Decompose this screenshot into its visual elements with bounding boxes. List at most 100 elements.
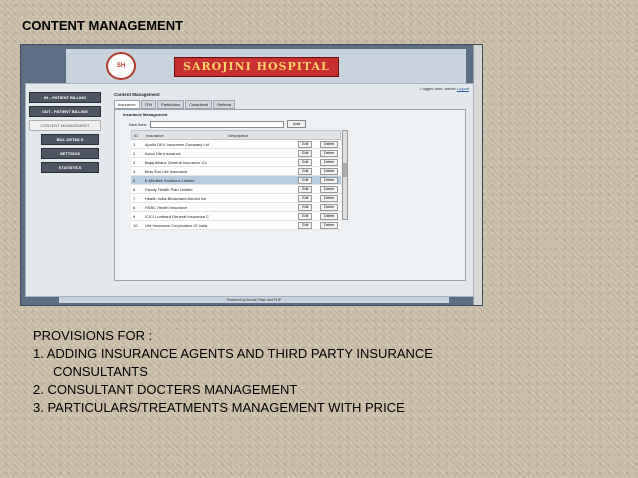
hospital-banner: SH SAROJINI HOSPITAL xyxy=(66,49,466,83)
delete-button-label: Delete xyxy=(320,176,339,184)
new-item-label: New Item: xyxy=(129,121,148,127)
table-row[interactable]: 6 Family Health Plan Limited Edit Delete xyxy=(131,185,341,194)
cell-insurance: Aviva Life Insurance xyxy=(144,150,181,156)
app-screenshot: SH SAROJINI HOSPITAL Logged user: admin … xyxy=(20,44,483,306)
delete-button[interactable]: Delete xyxy=(317,203,341,211)
edit-button-label: Edit xyxy=(298,203,313,211)
panel-title: Insurance Management xyxy=(123,112,168,117)
table-row[interactable]: 4 Birla Sun Life Insurance Edit Delete xyxy=(131,167,341,176)
sidebar: IN – PATIENT BILLING OUT - PATIENT BILLI… xyxy=(29,92,101,176)
app-body: Logged user: admin Logout IN – PATIENT B… xyxy=(25,83,474,297)
tab-particulars[interactable]: Particulars xyxy=(157,100,184,109)
delete-button[interactable]: Delete xyxy=(317,140,341,148)
slide-title: CONTENT MANAGEMENT xyxy=(22,18,184,33)
edit-button[interactable]: Edit xyxy=(293,212,317,220)
sidebar-item-settings[interactable]: SETTINGS xyxy=(41,148,99,159)
cell-insurance: Bajaj Allianz General Insurance Co xyxy=(144,159,207,165)
edit-button[interactable]: Edit xyxy=(293,185,317,193)
table-body: 1 Apollo DKV Insurance Company Ltd Edit Del… xyxy=(131,140,341,230)
delete-button-label: Delete xyxy=(320,140,339,148)
delete-button[interactable]: Delete xyxy=(317,221,341,229)
table-scrollbar[interactable] xyxy=(342,130,348,220)
edit-button[interactable]: Edit xyxy=(293,176,317,184)
table-row[interactable]: 9 ICICI Lombard General Insurance C Edit De… xyxy=(131,212,341,221)
tab-consultant[interactable]: Consultant xyxy=(184,100,213,109)
sidebar-item-out-patient-billing[interactable]: OUT - PATIENT BILLING xyxy=(29,106,101,117)
tab-tpa[interactable]: TPA xyxy=(140,100,157,109)
delete-button-label: Delete xyxy=(320,149,339,157)
edit-button-label: Edit xyxy=(298,158,313,166)
delete-button-label: Delete xyxy=(320,203,339,211)
delete-button[interactable]: Delete xyxy=(317,194,341,202)
sidebar-item-in-patient-billing[interactable]: IN – PATIENT BILLING xyxy=(29,92,101,103)
content-area: Content Management Insurance TPA Particu… xyxy=(114,92,466,288)
tab-referral[interactable]: Referral xyxy=(213,100,236,109)
table-row[interactable]: 8 HSBC Health Insurance Edit Delete xyxy=(131,203,341,212)
cell-id: 1 xyxy=(133,141,136,147)
delete-button-label: Delete xyxy=(320,185,339,193)
delete-button-label: Delete xyxy=(320,212,339,220)
window-scrollbar[interactable] xyxy=(473,45,482,305)
edit-button[interactable]: Edit xyxy=(293,167,317,175)
table-row[interactable]: 2 Aviva Life Insurance Edit Delete xyxy=(131,149,341,158)
notes-item: CONSULTANTS xyxy=(53,364,148,379)
delete-button[interactable]: Delete xyxy=(317,158,341,166)
cell-id: 7 xyxy=(133,195,136,201)
edit-button[interactable]: Edit xyxy=(293,149,317,157)
edit-button-label: Edit xyxy=(298,212,313,220)
hospital-logo: SH xyxy=(106,52,136,80)
table-row[interactable]: 3 Bajaj Allianz General Insurance Co Edit D… xyxy=(131,158,341,167)
table-row[interactable]: 7 Health India-Bhaichand Amolul Ins Edit De… xyxy=(131,194,341,203)
delete-button[interactable]: Delete xyxy=(317,149,341,157)
tab-insurance[interactable]: Insurance xyxy=(114,100,140,109)
edit-button-label: Edit xyxy=(298,194,313,202)
sidebar-item-bill-details[interactable]: BILL DETAILS xyxy=(41,134,99,145)
notes-item: 1. ADDING INSURANCE AGENTS AND THIRD PAR… xyxy=(33,346,433,361)
edit-button[interactable]: Edit xyxy=(293,203,317,211)
edit-button-label: Edit xyxy=(298,167,313,175)
edit-button[interactable]: Edit xyxy=(293,221,317,229)
edit-button-label: Edit xyxy=(298,185,313,193)
new-item-input[interactable] xyxy=(150,120,285,128)
cell-insurance: HSBC Health Insurance xyxy=(144,204,188,210)
delete-button-label: Delete xyxy=(320,221,339,229)
table-scrollbar-thumb[interactable] xyxy=(343,163,347,177)
edit-button[interactable]: Edit xyxy=(293,140,317,148)
edit-button-label: Edit xyxy=(298,221,313,229)
cell-id: 5 xyxy=(133,177,136,183)
insurance-panel: Insurance Management New Item: Add ID In… xyxy=(114,109,466,281)
insurance-table: ID Insurance Description 1 Apollo DKV Ins… xyxy=(131,130,341,230)
content-title: Content Management xyxy=(114,92,160,97)
delete-button-label: Delete xyxy=(320,167,339,175)
column-header-insurance: Insurance xyxy=(146,132,164,138)
delete-button[interactable]: Delete xyxy=(317,185,341,193)
edit-button-label: Edit xyxy=(298,140,313,148)
cell-insurance: Family Health Plan Limited xyxy=(144,186,193,192)
delete-button-label: Delete xyxy=(320,158,339,166)
column-header-id: ID xyxy=(134,132,138,138)
app-footer: Powered by Imonie Flash and PHP xyxy=(59,297,449,303)
cell-insurance: E-Meditek Solutions Limited xyxy=(144,177,195,183)
notes-heading: PROVISIONS FOR : xyxy=(33,328,153,343)
delete-button[interactable]: Delete xyxy=(317,212,341,220)
edit-button[interactable]: Edit xyxy=(293,194,317,202)
logged-user-text: Logged user: admin xyxy=(420,86,456,91)
table-header: ID Insurance Description xyxy=(131,130,341,140)
cell-id: 8 xyxy=(133,204,136,210)
logout-link[interactable]: Logout xyxy=(457,86,469,91)
table-row[interactable]: 1 Apollo DKV Insurance Company Ltd Edit Del… xyxy=(131,140,341,149)
edit-button[interactable]: Edit xyxy=(293,158,317,166)
add-button[interactable]: Add xyxy=(287,120,307,128)
hospital-name: SAROJINI HOSPITAL xyxy=(174,57,339,77)
sidebar-item-content-management[interactable]: CONTENT MANAGEMENT xyxy=(29,120,101,131)
tab-bar: Insurance TPA Particulars Consultant Ref… xyxy=(114,100,466,109)
provisions-notes: PROVISIONS FOR : 1. ADDING INSURANCE AGE… xyxy=(33,327,553,417)
cell-insurance: Apollo DKV Insurance Company Ltd xyxy=(144,141,209,147)
table-row[interactable]: 5 E-Meditek Solutions Limited Edit Delete xyxy=(131,176,341,185)
table-row[interactable]: 10 Life Insurance Corporation Of India Edi… xyxy=(131,221,341,230)
delete-button[interactable]: Delete xyxy=(317,167,341,175)
edit-button-label: Edit xyxy=(298,149,313,157)
cell-id: 2 xyxy=(133,150,136,156)
delete-button[interactable]: Delete xyxy=(317,176,341,184)
sidebar-item-statistics[interactable]: STATISTICS xyxy=(41,162,99,173)
